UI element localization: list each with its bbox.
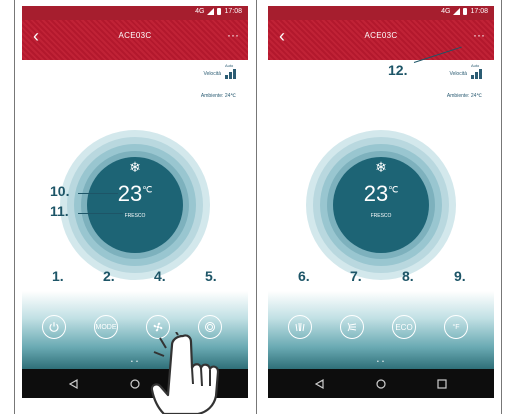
device-title: ACE03C: [118, 31, 152, 40]
power-icon: [49, 322, 59, 332]
ambient-temperature: Ambiente: 24℃: [446, 93, 482, 99]
battery-icon: [217, 8, 222, 15]
vertical-swing-button[interactable]: [288, 315, 312, 339]
ambient-temperature: Ambiente: 24℃: [200, 93, 236, 99]
signal-icon: [207, 8, 215, 15]
nav-home-icon[interactable]: [125, 374, 145, 394]
fahrenheit-button[interactable]: °F: [444, 315, 468, 339]
vertical-swing-icon: [295, 322, 305, 332]
status-time: 17:08: [224, 8, 242, 15]
speed-label: Velocità: [203, 71, 221, 77]
more-dots-icon[interactable]: ···: [224, 25, 242, 45]
callout-line-temperature: [78, 193, 118, 194]
more-dots-icon[interactable]: ···: [470, 25, 488, 45]
snowflake-icon: ❄: [129, 159, 141, 175]
nav-back-icon[interactable]: [64, 374, 84, 394]
speed-bars-icon: Auto: [225, 63, 236, 79]
fan-speed-indicator[interactable]: Velocità Auto: [449, 63, 482, 79]
pointing-hand-icon: [150, 332, 220, 414]
callout-mode: 2.: [103, 268, 115, 284]
speed-bars-icon: Auto: [471, 63, 482, 79]
horizontal-swing-icon: [347, 322, 357, 332]
callout-vertical-swing: 6.: [298, 268, 310, 284]
callout-swing: 5.: [205, 268, 217, 284]
callout-horizontal-swing: 7.: [350, 268, 362, 284]
callout-line-mode-text: [78, 213, 123, 214]
horizontal-swing-button[interactable]: [340, 315, 364, 339]
signal-icon: [453, 8, 461, 15]
eco-button[interactable]: ECO: [392, 315, 416, 339]
page-indicator: • •: [377, 359, 385, 365]
callout-eco: 8.: [402, 268, 414, 284]
set-temperature: 23℃: [363, 181, 399, 206]
battery-icon: [463, 8, 468, 15]
android-nav-bar: [268, 369, 494, 398]
mode-text: FRESCO: [370, 213, 392, 219]
speed-label: Velocità: [449, 71, 467, 77]
power-button[interactable]: [42, 315, 66, 339]
nav-back-icon[interactable]: [310, 374, 330, 394]
network-label: 4G: [195, 8, 205, 15]
status-bar: 4G 17:08: [22, 6, 248, 20]
status-bar: 4G 17:08: [268, 6, 494, 20]
fan-speed-indicator[interactable]: Velocità Auto: [203, 63, 236, 79]
nav-recents-icon[interactable]: [432, 374, 452, 394]
status-time: 17:08: [470, 8, 488, 15]
callout-fan: 4.: [154, 268, 166, 284]
callout-power: 1.: [52, 268, 64, 284]
app-bar: ‹ ACE03C ···: [22, 20, 248, 60]
app-bar: ‹ ACE03C ···: [268, 20, 494, 60]
speed-mode-label: Auto: [225, 63, 234, 68]
callout-menu: 12.: [388, 62, 408, 78]
speed-mode-label: Auto: [471, 63, 480, 68]
phone-screen-right: 4G 17:08 ‹ ACE03C ··· Velocità Auto Ambi…: [268, 6, 494, 398]
callout-mode-text: 11.: [50, 203, 69, 219]
mode-button[interactable]: MODE: [94, 315, 118, 339]
frame-divider: [256, 0, 257, 414]
callout-unit: 9.: [454, 268, 466, 284]
snowflake-icon: ❄: [375, 159, 387, 175]
device-title: ACE03C: [364, 31, 398, 40]
nav-home-icon[interactable]: [371, 374, 391, 394]
callout-temperature: 10.: [50, 183, 70, 199]
network-label: 4G: [441, 8, 451, 15]
